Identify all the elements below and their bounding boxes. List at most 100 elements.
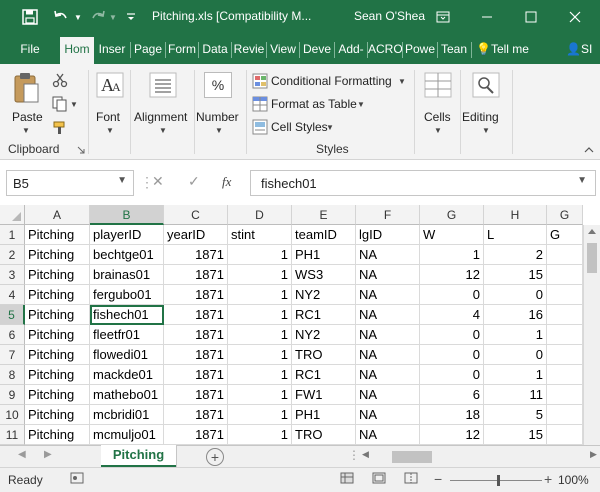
grid-cell[interactable]: NA bbox=[356, 325, 420, 345]
grid-cell[interactable]: Pitching bbox=[25, 385, 90, 405]
grid-cell[interactable]: 15 bbox=[484, 265, 547, 285]
hscroll-thumb[interactable] bbox=[392, 451, 432, 463]
column-header[interactable]: F bbox=[356, 205, 420, 225]
grid-cell[interactable]: 1871 bbox=[164, 245, 228, 265]
conditional-formatting-button[interactable]: Conditional Formatting ▼ bbox=[250, 72, 410, 90]
scroll-left-icon[interactable]: ◀ bbox=[362, 449, 369, 460]
grid-cell[interactable]: brainas01 bbox=[90, 265, 164, 285]
grid-cell[interactable]: 0 bbox=[420, 285, 484, 305]
grid-cell[interactable]: Pitching bbox=[25, 365, 90, 385]
active-cell[interactable]: fishech01 bbox=[90, 305, 164, 325]
next-sheet-icon[interactable]: ▶ bbox=[44, 449, 52, 460]
grid-cell[interactable]: 1871 bbox=[164, 345, 228, 365]
grid-cell[interactable]: 1 bbox=[420, 245, 484, 265]
grid-cell[interactable]: 11 bbox=[484, 385, 547, 405]
grid-cell[interactable]: 1 bbox=[228, 405, 292, 425]
add-sheet-button[interactable]: + bbox=[206, 448, 224, 466]
sheet-tab-pitching[interactable]: Pitching bbox=[101, 445, 176, 468]
grid-cell[interactable]: RC1 bbox=[292, 365, 356, 385]
undo-icon[interactable] bbox=[50, 0, 72, 34]
row-header[interactable]: 6 bbox=[0, 325, 25, 345]
insert-function-icon[interactable]: fx bbox=[222, 174, 231, 190]
grid-cell[interactable]: 1 bbox=[228, 385, 292, 405]
column-header[interactable]: B bbox=[90, 205, 164, 225]
grid-cell[interactable]: 15 bbox=[484, 425, 547, 445]
page-layout-view-icon[interactable] bbox=[372, 472, 386, 487]
tab-power-pivot[interactable]: Powe bbox=[403, 34, 437, 64]
tab-page-layout[interactable]: Page bbox=[131, 34, 165, 64]
grid-cell[interactable]: 0 bbox=[420, 345, 484, 365]
column-header[interactable]: D bbox=[228, 205, 292, 225]
grid-cell[interactable]: 18 bbox=[420, 405, 484, 425]
grid-cell[interactable]: 16 bbox=[484, 305, 547, 325]
zoom-slider[interactable] bbox=[450, 480, 542, 481]
grid-cell[interactable]: NA bbox=[356, 365, 420, 385]
worksheet-grid[interactable]: A B C D E F G H G 1 Pitching playerID yearID stint tea… bbox=[0, 205, 600, 445]
grid-cell[interactable]: 1871 bbox=[164, 325, 228, 345]
grid-cell[interactable]: NA bbox=[356, 245, 420, 265]
grid-cell[interactable]: NY2 bbox=[292, 325, 356, 345]
grid-cell[interactable]: Pitching bbox=[25, 305, 90, 325]
grid-cell[interactable] bbox=[547, 345, 583, 365]
grid-cell[interactable]: 1 bbox=[228, 245, 292, 265]
row-header[interactable]: 4 bbox=[0, 285, 25, 305]
customize-qat-icon[interactable] bbox=[124, 0, 138, 34]
grid-cell[interactable]: Pitching bbox=[25, 425, 90, 445]
grid-cell[interactable]: NA bbox=[356, 345, 420, 365]
grid-cell[interactable] bbox=[547, 325, 583, 345]
grid-cell[interactable]: NA bbox=[356, 305, 420, 325]
grid-cell[interactable]: Pitching bbox=[25, 285, 90, 305]
macro-record-icon[interactable] bbox=[70, 471, 84, 488]
row-header[interactable]: 8 bbox=[0, 365, 25, 385]
grid-cell[interactable]: 12 bbox=[420, 425, 484, 445]
row-header[interactable]: 10 bbox=[0, 405, 25, 425]
grid-cell[interactable]: NA bbox=[356, 405, 420, 425]
grid-cell[interactable] bbox=[547, 425, 583, 445]
page-break-view-icon[interactable] bbox=[404, 472, 418, 487]
tell-me-search[interactable]: 💡Tell me bbox=[476, 34, 538, 64]
grid-cell[interactable]: fergubo01 bbox=[90, 285, 164, 305]
format-painter-icon[interactable] bbox=[52, 120, 68, 136]
grid-cell[interactable]: mcbridi01 bbox=[90, 405, 164, 425]
grid-cell[interactable] bbox=[547, 385, 583, 405]
chevron-down-icon[interactable]: ▼ bbox=[117, 175, 127, 186]
grid-cell[interactable]: yearID bbox=[164, 225, 228, 245]
grid-cell[interactable]: Pitching bbox=[25, 245, 90, 265]
grid-cell[interactable]: 0 bbox=[420, 325, 484, 345]
grid-cell[interactable]: Pitching bbox=[25, 225, 90, 245]
tab-add-ins[interactable]: Add- bbox=[335, 34, 367, 64]
grid-cell[interactable]: NA bbox=[356, 425, 420, 445]
grid-cell[interactable]: mcmuljo01 bbox=[90, 425, 164, 445]
grid-cell[interactable]: L bbox=[484, 225, 547, 245]
tab-insert[interactable]: Inser bbox=[95, 34, 129, 64]
grid-cell[interactable]: 6 bbox=[420, 385, 484, 405]
enter-icon[interactable]: ✓ bbox=[188, 173, 200, 190]
split-handle-icon[interactable]: ⋮ bbox=[348, 448, 360, 462]
tab-view[interactable]: View bbox=[267, 34, 299, 64]
scroll-right-icon[interactable]: ▶ bbox=[590, 449, 597, 460]
grid-cell[interactable]: W bbox=[420, 225, 484, 245]
grid-cell[interactable]: stint bbox=[228, 225, 292, 245]
tab-formulas[interactable]: Form bbox=[166, 34, 198, 64]
tab-file[interactable]: File bbox=[10, 34, 50, 64]
copy-icon[interactable] bbox=[52, 96, 68, 112]
row-header[interactable]: 3 bbox=[0, 265, 25, 285]
grid-cell[interactable]: Pitching bbox=[25, 345, 90, 365]
grid-cell[interactable]: 1 bbox=[228, 345, 292, 365]
grid-cell[interactable]: TRO bbox=[292, 425, 356, 445]
horizontal-scrollbar[interactable]: ◀ ▶ bbox=[362, 449, 600, 465]
scroll-up-icon[interactable] bbox=[588, 229, 596, 234]
grid-cell[interactable] bbox=[547, 265, 583, 285]
grid-cell[interactable]: 1871 bbox=[164, 305, 228, 325]
row-header[interactable]: 5 bbox=[0, 305, 25, 325]
grid-cell[interactable] bbox=[547, 305, 583, 325]
cell-styles-button[interactable]: Cell Styles ▼ bbox=[250, 118, 410, 136]
grid-cell[interactable]: mathebo01 bbox=[90, 385, 164, 405]
column-header[interactable]: C bbox=[164, 205, 228, 225]
minimize-icon[interactable] bbox=[468, 0, 506, 34]
scroll-thumb[interactable] bbox=[587, 243, 597, 273]
grid-cell[interactable]: Pitching bbox=[25, 265, 90, 285]
grid-cell[interactable]: WS3 bbox=[292, 265, 356, 285]
grid-cell[interactable]: 1 bbox=[228, 265, 292, 285]
zoom-in-icon[interactable]: + bbox=[544, 471, 552, 487]
